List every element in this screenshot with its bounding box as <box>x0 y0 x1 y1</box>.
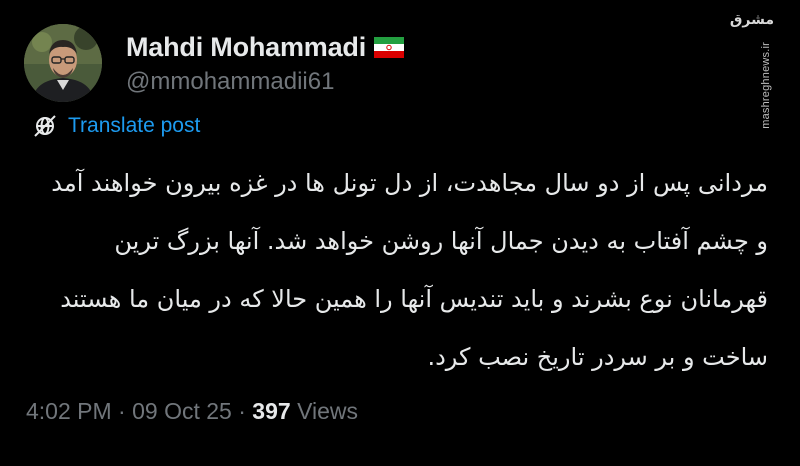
post-meta: 4:02 PM · 09 Oct 25 · 397 Views <box>26 398 358 425</box>
post-date[interactable]: 09 Oct 25 <box>132 398 232 425</box>
post-text: مردانی پس از دو سال مجاهدت، از دل تونل ه… <box>51 169 768 371</box>
watermark-logo: مشرق <box>729 12 774 28</box>
translate-post-link[interactable]: Translate post <box>32 113 200 139</box>
author-name-row: Mahdi Mohammadi <box>126 32 405 63</box>
views-label: Views <box>297 398 358 424</box>
meta-separator: · <box>111 398 133 424</box>
meta-separator: · <box>231 398 253 424</box>
tweet: Mahdi Mohammadi @mmohammadii61 Translate… <box>0 0 800 466</box>
watermark: مشرق mashreghnews.ir <box>730 12 774 129</box>
post-time[interactable]: 4:02 PM <box>26 398 112 425</box>
watermark-site: mashreghnews.ir <box>760 42 772 129</box>
translate-post-label: Translate post <box>68 114 201 137</box>
author-handle[interactable]: @mmohammadii61 <box>126 68 334 96</box>
author-display-name[interactable]: Mahdi Mohammadi <box>126 32 366 63</box>
globe-slash-icon <box>32 113 58 139</box>
views-count: 397 <box>252 398 291 424</box>
iran-flag-icon <box>374 37 405 58</box>
avatar-photo <box>24 24 102 102</box>
avatar[interactable] <box>24 24 102 102</box>
